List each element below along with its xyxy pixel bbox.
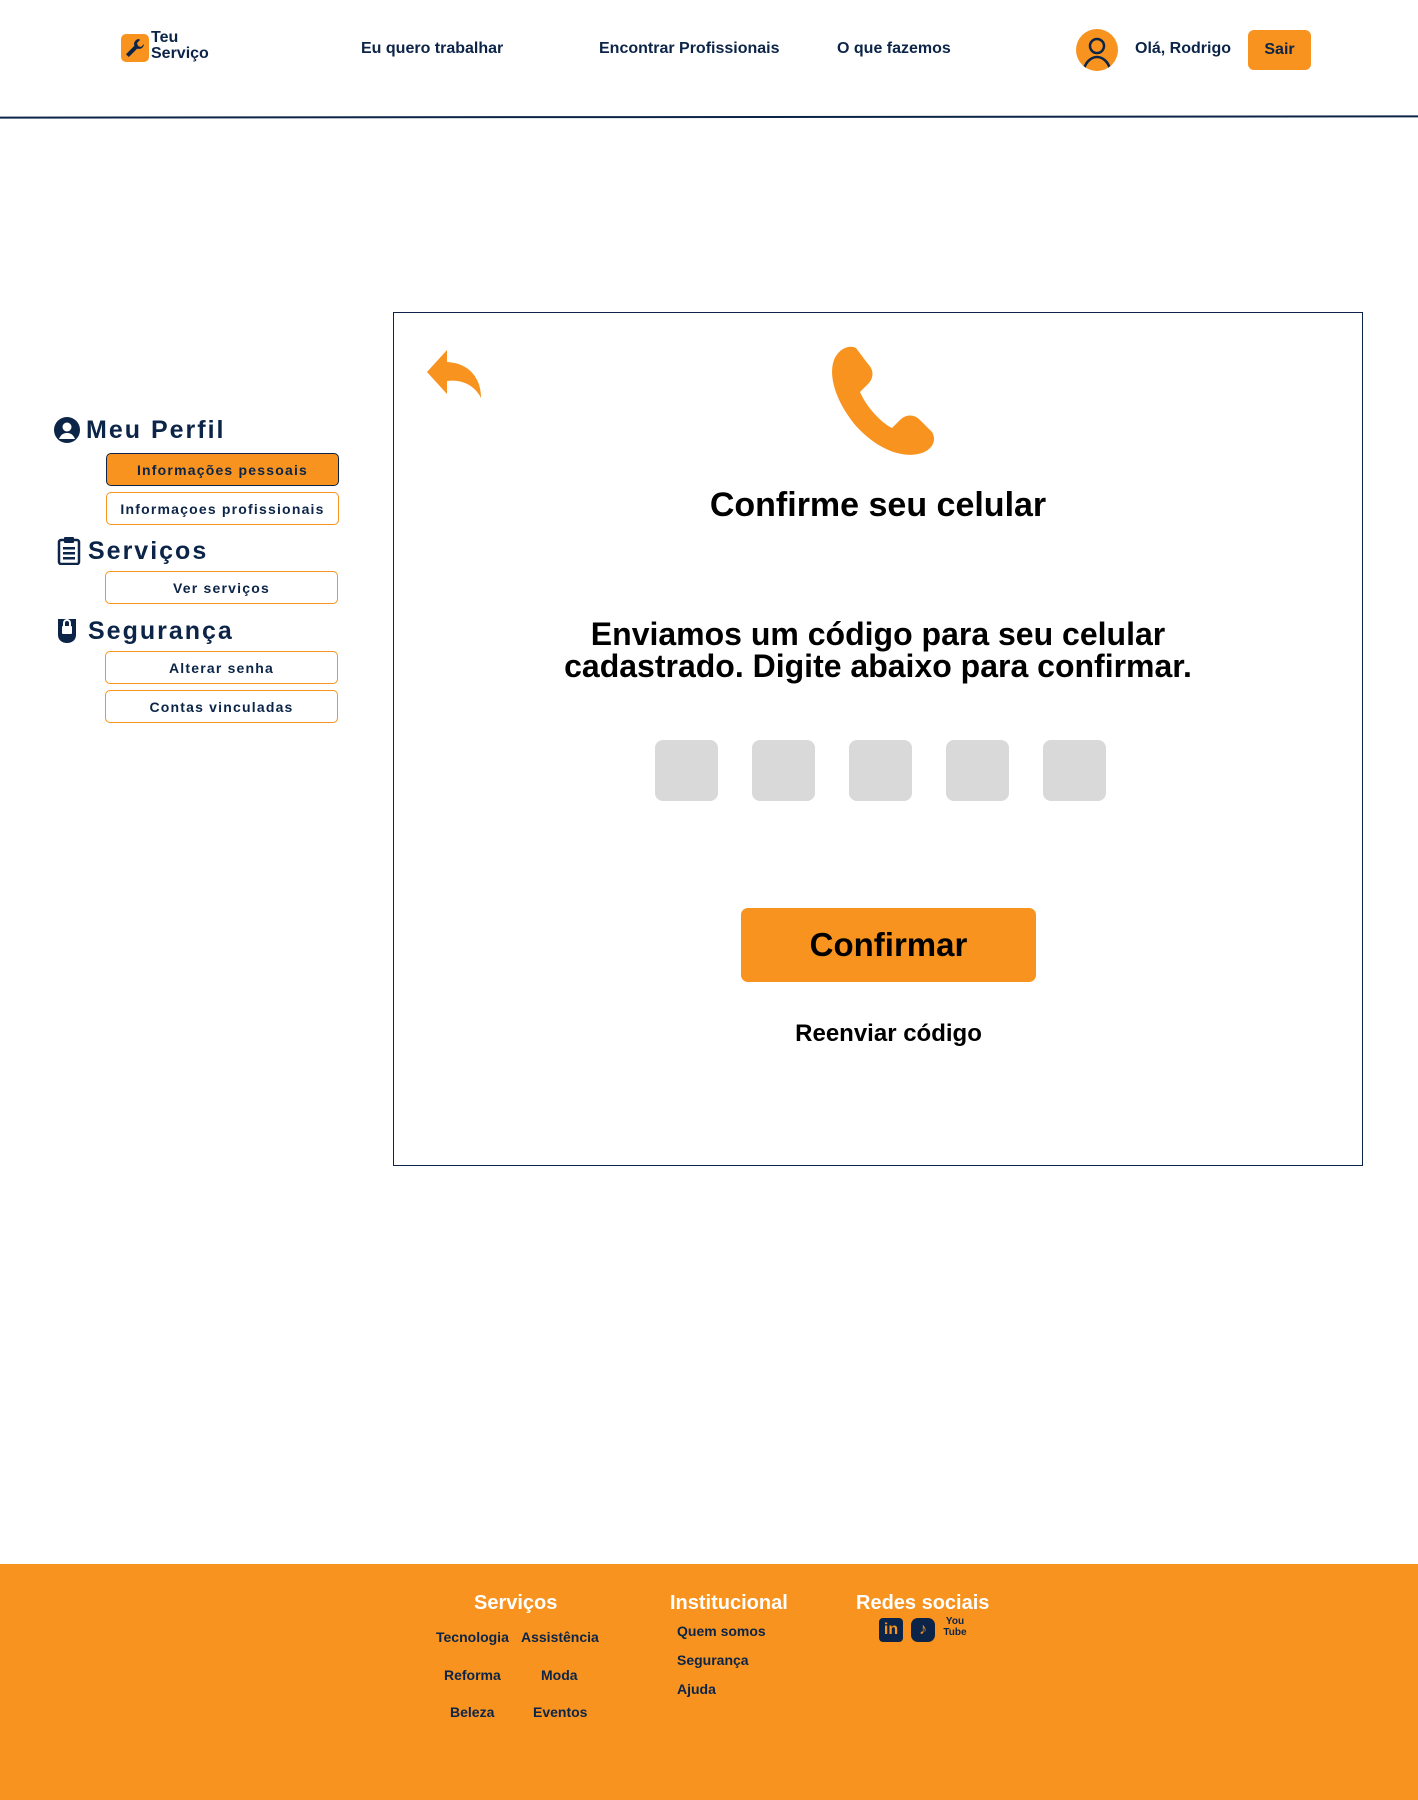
- resend-code-link[interactable]: Reenviar código: [741, 1020, 1036, 1048]
- footer-services-title: Serviços: [474, 1592, 558, 1614]
- code-digit-4[interactable]: [946, 740, 1009, 801]
- nav-o-que-fazemos[interactable]: O que fazemos: [837, 40, 951, 58]
- sidebar-item-contas-vinculadas[interactable]: Contas vinculadas: [105, 690, 338, 723]
- reply-arrow-icon[interactable]: [425, 348, 483, 400]
- logo-line1: Teu: [151, 29, 179, 46]
- linkedin-icon[interactable]: in: [879, 1618, 903, 1642]
- code-digit-3[interactable]: [849, 740, 912, 801]
- confirm-button[interactable]: Confirmar: [741, 908, 1036, 982]
- avatar[interactable]: [1076, 29, 1118, 71]
- footer-link-assistencia[interactable]: Assistência: [521, 1629, 599, 1645]
- user-icon: [1082, 37, 1112, 70]
- tiktok-icon[interactable]: ♪: [911, 1618, 935, 1642]
- clipboard-icon: [57, 537, 81, 565]
- logout-button[interactable]: Sair: [1248, 30, 1311, 70]
- security-icon: [58, 619, 76, 643]
- greeting: Olá, Rodrigo: [1135, 40, 1231, 57]
- wrench-icon: [121, 34, 149, 62]
- footer-link-reforma[interactable]: Reforma: [444, 1667, 501, 1683]
- nav-encontrar-profissionais[interactable]: Encontrar Profissionais: [599, 40, 780, 58]
- sidebar-item-informacoes-profissionais[interactable]: Informaçoes profissionais: [106, 492, 339, 525]
- footer-link-eventos[interactable]: Eventos: [533, 1704, 587, 1720]
- header-divider: [0, 115, 1418, 119]
- footer-social-title: Redes sociais: [856, 1592, 990, 1614]
- tiktok-label: ♪: [919, 1621, 927, 1638]
- footer-link-quem-somos[interactable]: Quem somos: [677, 1623, 766, 1639]
- code-digit-2[interactable]: [752, 740, 815, 801]
- logo-text: Teu Serviço: [151, 30, 209, 62]
- youtube-label: You Tube: [943, 1616, 967, 1638]
- footer-link-seguranca[interactable]: Segurança: [677, 1652, 749, 1668]
- card-message: Enviamos um código para seu celular cada…: [393, 618, 1363, 682]
- security-title: Segurança: [88, 617, 234, 645]
- youtube-icon[interactable]: You Tube: [943, 1616, 967, 1644]
- sidebar-item-alterar-senha[interactable]: Alterar senha: [105, 651, 338, 684]
- phone-icon: [832, 346, 935, 455]
- code-digit-5[interactable]: [1043, 740, 1106, 801]
- logo-line2: Serviço: [151, 45, 209, 62]
- user-circle-icon: [54, 417, 80, 443]
- services-title: Serviços: [88, 537, 209, 565]
- sidebar-item-informacoes-pessoais[interactable]: Informações pessoais: [106, 453, 339, 486]
- card-title: Confirme seu celular: [709, 486, 1047, 524]
- sidebar-item-ver-servicos[interactable]: Ver serviços: [105, 571, 338, 604]
- linkedin-label: in: [883, 1621, 899, 1638]
- footer-link-beleza[interactable]: Beleza: [450, 1704, 494, 1720]
- footer-link-moda[interactable]: Moda: [541, 1667, 578, 1683]
- nav-eu-quero-trabalhar[interactable]: Eu quero trabalhar: [361, 40, 503, 58]
- card-message-line2: cadastrado. Digite abaixo para confirmar…: [564, 648, 1192, 684]
- footer-link-tecnologia[interactable]: Tecnologia: [436, 1629, 509, 1645]
- card-message-line1: Enviamos um código para seu celular: [590, 616, 1166, 652]
- code-digit-1[interactable]: [655, 740, 718, 801]
- footer-link-ajuda[interactable]: Ajuda: [677, 1681, 716, 1697]
- logo[interactable]: Teu Serviço: [121, 30, 211, 70]
- footer-institutional-title: Institucional: [670, 1592, 788, 1614]
- profile-title: Meu Perfil: [86, 416, 226, 444]
